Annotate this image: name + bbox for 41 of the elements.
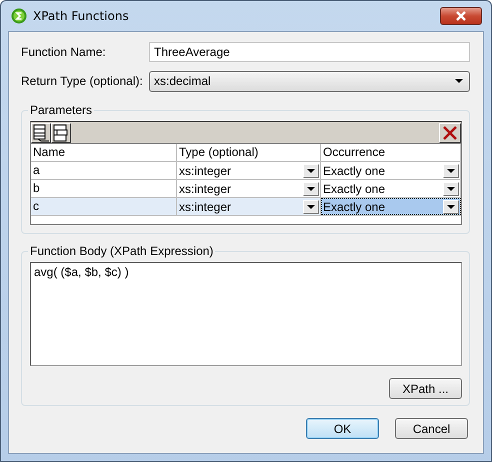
caret-icon: [455, 79, 463, 83]
occurrence-dropdown[interactable]: Exactly one: [321, 162, 461, 179]
type-dropdown[interactable]: xs:integer: [177, 162, 321, 179]
type-dropdown[interactable]: xs:integer: [177, 198, 321, 215]
occurrence-dropdown[interactable]: Exactly one: [321, 198, 461, 215]
delete-icon: [442, 124, 458, 140]
table-cell: a: [31, 162, 177, 179]
dialog-button[interactable]: OK: [306, 418, 379, 439]
xpath-button[interactable]: XPath ...: [389, 378, 462, 399]
occurrence-dropdown[interactable]: Exactly one: [321, 180, 461, 197]
group-title: Parameters: [29, 103, 94, 117]
parameter-row[interactable]: a xs:integer Exactly one: [31, 162, 461, 180]
return-type-dropdown[interactable]: xs:decimal: [149, 70, 470, 92]
column-header: Occurrence: [321, 144, 461, 161]
parameter-row[interactable]: c xs:integer Exactly one: [31, 198, 461, 216]
app-logo-icon: [11, 8, 27, 24]
window-title: XPath Functions: [33, 9, 129, 23]
append-row-button[interactable]: [31, 122, 51, 142]
function-name-field[interactable]: ThreeAverage: [149, 42, 470, 62]
expression-field[interactable]: avg( ($a, $b, $c) ): [30, 262, 462, 366]
group-title: Function Body (XPath Expression): [29, 244, 214, 258]
dialog-button[interactable]: Cancel: [395, 418, 468, 439]
caret-icon: [447, 186, 455, 190]
column-header: Name: [31, 144, 177, 161]
rows-icon: [52, 124, 70, 142]
table-cell: c: [31, 198, 177, 215]
rows-icon: [32, 124, 50, 142]
close-button[interactable]: [440, 7, 482, 25]
delete-row-button[interactable]: [439, 122, 461, 142]
column-header: Type (optional): [177, 144, 321, 161]
type-dropdown[interactable]: xs:integer: [177, 180, 321, 197]
caret-icon: [447, 168, 455, 172]
close-icon: [455, 11, 467, 21]
insert-row-button[interactable]: [51, 122, 71, 142]
field-label: Return Type (optional):: [21, 74, 144, 88]
caret-icon: [307, 168, 315, 172]
caret-icon: [447, 204, 455, 208]
field-label: Function Name:: [21, 45, 107, 59]
caret-icon: [307, 204, 315, 208]
table-cell: b: [31, 180, 177, 197]
caret-icon: [307, 186, 315, 190]
